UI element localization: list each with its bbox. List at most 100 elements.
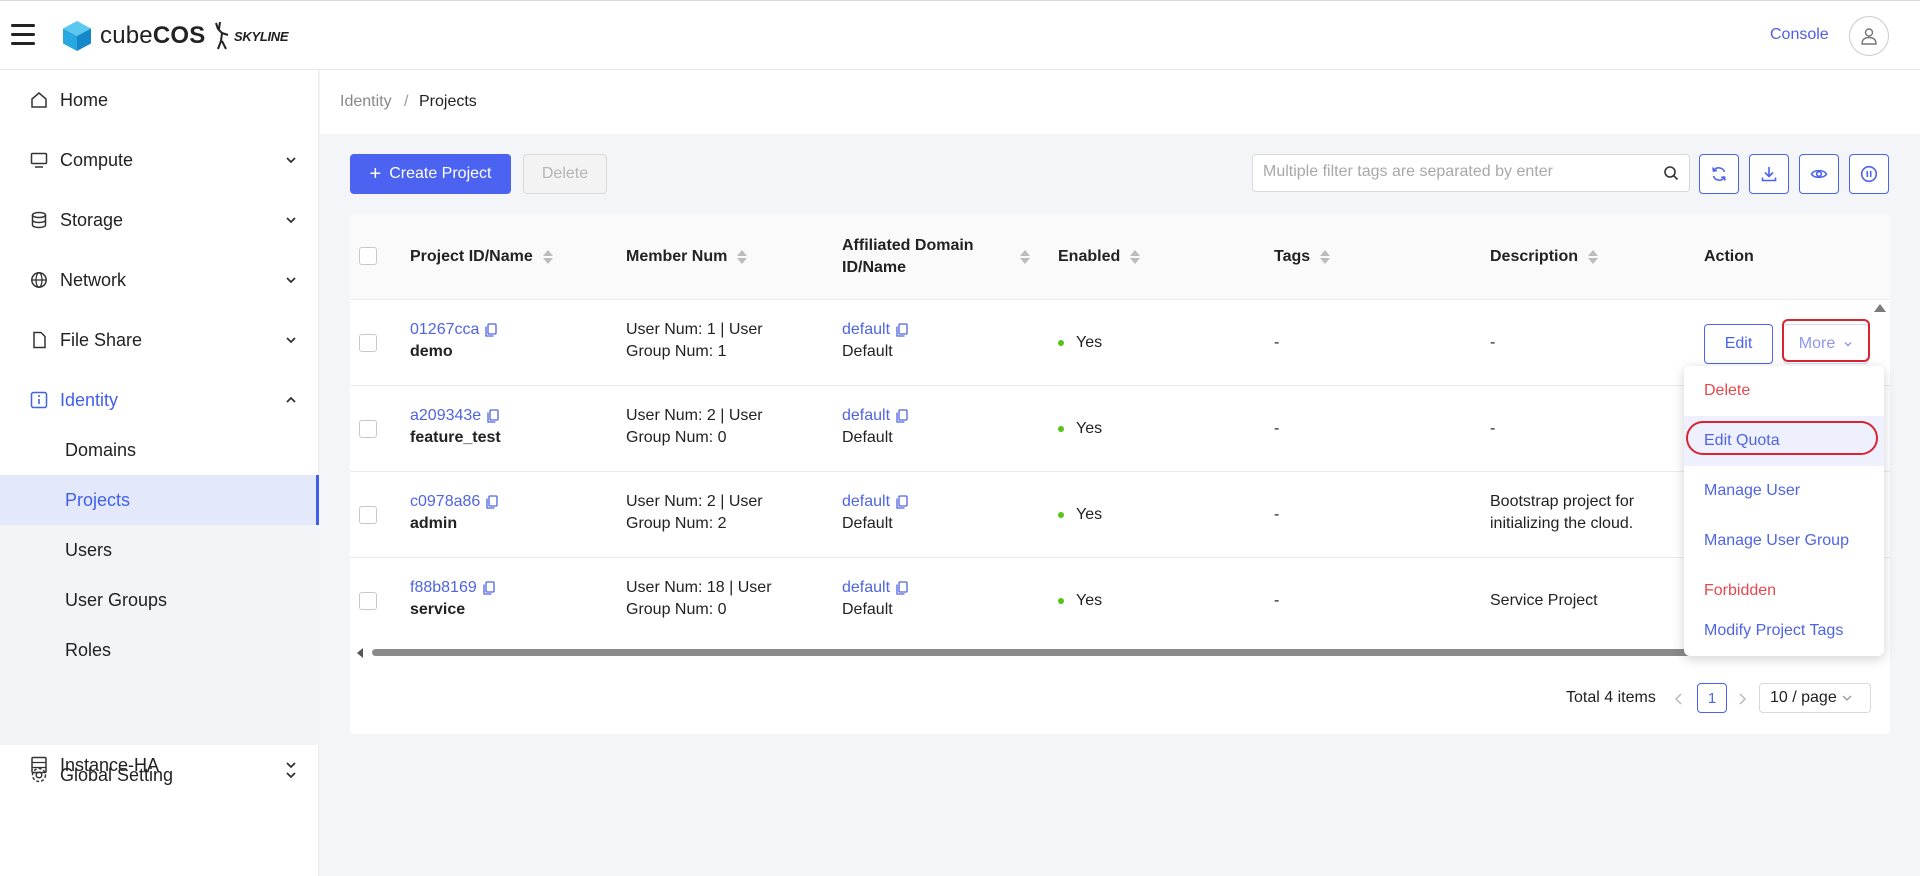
column-header-enabled[interactable]: Enabled: [1058, 214, 1141, 300]
sidebar-item-storage[interactable]: Storage: [0, 190, 319, 250]
sidebar-item-label: Instance-HA: [60, 754, 160, 775]
page-size-select[interactable]: 10 / page: [1759, 683, 1871, 713]
column-header-tags[interactable]: Tags: [1274, 214, 1331, 300]
page-number-button[interactable]: 1: [1697, 683, 1727, 713]
menu-item-label: Manage User: [1704, 482, 1801, 499]
sidebar-sub-user-groups[interactable]: User Groups: [0, 575, 319, 625]
enabled-cell: Yes: [1058, 418, 1102, 440]
sidebar-item-file-share[interactable]: File Share: [0, 310, 319, 370]
status-dot: [1058, 511, 1064, 518]
domain-cell: default Default: [842, 577, 908, 621]
header-label: Enabled: [1058, 248, 1121, 265]
row-checkbox[interactable]: [359, 506, 377, 524]
sidebar-sub-users[interactable]: Users: [0, 525, 319, 575]
tags-cell: -: [1274, 592, 1280, 609]
row-checkbox[interactable]: [359, 334, 377, 352]
menu-item-manage-user-group[interactable]: Manage User Group: [1684, 516, 1884, 566]
sort-icon: [1020, 250, 1030, 264]
create-project-button[interactable]: + Create Project: [350, 154, 511, 194]
sidebar-item-home[interactable]: Home: [0, 70, 319, 130]
sort-icon: [1588, 250, 1599, 264]
app-logo[interactable]: cubeCOS: [62, 20, 205, 52]
member-num-cell: User Num: 2 | User Group Num: 2: [626, 493, 763, 532]
project-id-name-cell: 01267cca demo: [410, 319, 498, 363]
description-cell: -: [1490, 334, 1496, 351]
copy-icon[interactable]: [483, 581, 495, 595]
project-id-name-cell: c0978a86 admin: [410, 491, 498, 535]
search-icon[interactable]: [1663, 165, 1679, 181]
delete-button[interactable]: Delete: [523, 154, 607, 194]
prev-page-icon[interactable]: [1674, 692, 1684, 706]
refresh-button[interactable]: [1699, 154, 1739, 194]
row-checkbox[interactable]: [359, 420, 377, 438]
project-id-link[interactable]: 01267cca: [410, 321, 479, 338]
console-link[interactable]: Console: [1770, 26, 1829, 44]
project-id-link[interactable]: c0978a86: [410, 493, 480, 510]
project-name: demo: [410, 343, 453, 360]
partner-logo: SKYLINE: [212, 21, 289, 51]
horizontal-scrollbar[interactable]: [350, 643, 1890, 661]
chevron-down-icon: [286, 277, 296, 284]
sub-item-label: Projects: [65, 489, 131, 510]
menu-item-manage-user[interactable]: Manage User: [1684, 466, 1884, 516]
header-label: Affiliated Domain ID/Name: [842, 237, 974, 276]
breadcrumb-identity[interactable]: Identity: [340, 93, 392, 111]
next-page-icon[interactable]: [1737, 692, 1747, 706]
domain-id-link[interactable]: default: [842, 407, 890, 424]
description-cell: Bootstrap project for initializing the cl…: [1490, 493, 1635, 532]
sidebar-item-identity[interactable]: Identity: [0, 370, 319, 430]
menu-item-label: Manage User Group: [1704, 532, 1849, 549]
sidebar-item-compute[interactable]: Compute: [0, 130, 319, 190]
domain-id-link[interactable]: default: [842, 579, 890, 596]
menu-item-delete[interactable]: Delete: [1684, 366, 1884, 416]
description-cell: -: [1490, 420, 1496, 437]
info-icon: [29, 390, 49, 410]
copy-icon[interactable]: [485, 323, 498, 337]
user-icon: [1861, 28, 1877, 45]
domain-id-link[interactable]: default: [842, 321, 890, 338]
copy-icon[interactable]: [896, 323, 908, 337]
sidebar-item-network[interactable]: Network: [0, 250, 319, 310]
domain-id-link[interactable]: default: [842, 493, 890, 510]
column-header-id-name[interactable]: Project ID/Name: [410, 214, 553, 300]
scroll-left-arrow[interactable]: [355, 647, 365, 659]
description-cell: Service Project: [1490, 592, 1598, 609]
copy-icon[interactable]: [896, 409, 908, 423]
home-icon: [29, 90, 49, 110]
column-header-member-num[interactable]: Member Num: [626, 214, 748, 300]
scroll-up-arrow[interactable]: [1874, 304, 1886, 312]
project-id-link[interactable]: a209343e: [410, 407, 481, 424]
domain-name: Default: [842, 429, 893, 446]
edit-button[interactable]: Edit: [1704, 324, 1773, 364]
user-avatar[interactable]: [1849, 16, 1889, 56]
column-visibility-button[interactable]: [1799, 154, 1839, 194]
status-dot: [1058, 339, 1064, 346]
copy-icon[interactable]: [486, 495, 498, 509]
row-checkbox[interactable]: [359, 592, 377, 610]
pause-refresh-button[interactable]: [1849, 154, 1889, 194]
status-dot: [1058, 597, 1064, 604]
sidebar-sub-projects[interactable]: Projects: [0, 475, 319, 525]
menu-item-modify-project-tags[interactable]: Modify Project Tags: [1684, 606, 1884, 656]
monitor-icon: [29, 150, 49, 170]
select-all-checkbox[interactable]: [359, 247, 377, 265]
download-button[interactable]: [1749, 154, 1789, 194]
copy-icon[interactable]: [896, 495, 908, 509]
sidebar-sub-roles[interactable]: Roles: [0, 625, 319, 675]
project-id-name-cell: a209343e feature_test: [410, 405, 501, 449]
column-header-description[interactable]: Description: [1490, 214, 1599, 300]
column-header-domain[interactable]: Affiliated Domain ID/Name: [842, 214, 1042, 300]
copy-icon[interactable]: [487, 409, 499, 423]
sidebar-sub-domains[interactable]: Domains: [0, 425, 319, 475]
sidebar-item-instance-ha[interactable]: Instance-HA: [0, 735, 319, 795]
project-id-link[interactable]: f88b8169: [410, 579, 477, 596]
tags-cell: -: [1274, 506, 1280, 523]
menu-item-label: Forbidden: [1704, 582, 1777, 599]
search-input[interactable]: [1263, 163, 1643, 181]
server-icon: [29, 755, 49, 775]
menu-toggle-icon[interactable]: [11, 24, 35, 45]
header-label: Description: [1490, 248, 1579, 265]
scrollbar-thumb[interactable]: [372, 649, 1864, 656]
table-row: a209343e feature_test User Num: 2 | User…: [350, 386, 1890, 472]
copy-icon[interactable]: [896, 581, 908, 595]
